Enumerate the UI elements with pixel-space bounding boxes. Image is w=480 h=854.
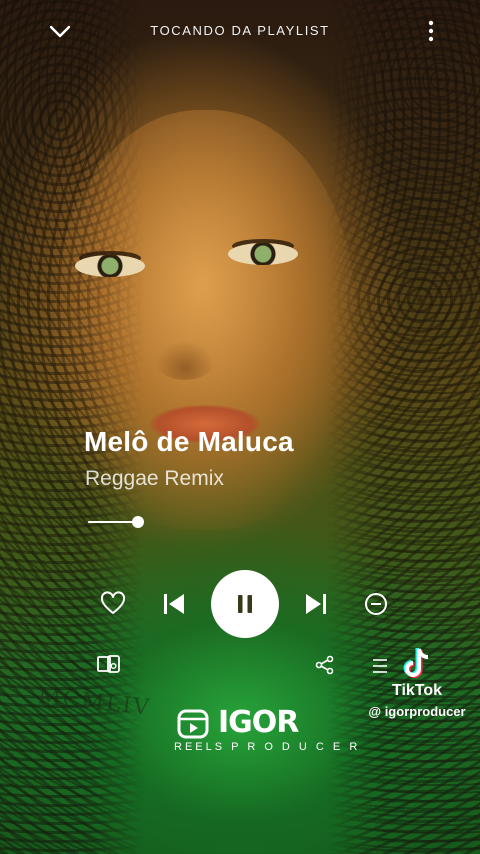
portrait-right-eye xyxy=(228,243,298,265)
skip-previous-icon[interactable] xyxy=(160,590,188,618)
song-subtitle: Reggae Remix xyxy=(85,467,224,490)
player-screen: MCMLIV TOCANDO DA PLAYLIST Melô de Maluc… xyxy=(0,0,480,854)
song-title: Melô de Maluca xyxy=(84,426,294,457)
pause-icon xyxy=(238,595,252,613)
playing-from-title: TOCANDO DA PLAYLIST xyxy=(150,23,330,38)
pause-button[interactable] xyxy=(211,570,279,638)
progress-slider[interactable] xyxy=(88,516,144,528)
share-icon[interactable] xyxy=(314,654,336,676)
progress-knob[interactable] xyxy=(132,516,144,528)
portrait-nose xyxy=(155,340,215,380)
connect-device-icon[interactable] xyxy=(96,652,122,676)
heart-icon[interactable] xyxy=(99,590,127,618)
tiktok-watermark: TikTok @ igorproducer xyxy=(362,646,472,719)
tiktok-handle: @ igorproducer xyxy=(368,704,466,719)
reels-icon xyxy=(177,709,209,739)
top-bar: TOCANDO DA PLAYLIST xyxy=(0,18,480,46)
tiktok-name: TikTok xyxy=(391,682,443,699)
watermark-igor: IGOR xyxy=(218,705,299,740)
portrait-left-eye xyxy=(75,255,145,277)
more-vertical-icon[interactable] xyxy=(426,18,436,44)
igor-producer-watermark: IGOR REELS P R O D U C E R xyxy=(174,705,357,757)
skip-next-icon[interactable] xyxy=(302,590,330,618)
tiktok-logo-icon xyxy=(400,646,434,682)
watermark-reels-producer: REELS P R O D U C E R xyxy=(174,741,361,753)
minus-circle-icon[interactable] xyxy=(363,591,389,617)
progress-track xyxy=(88,521,138,523)
